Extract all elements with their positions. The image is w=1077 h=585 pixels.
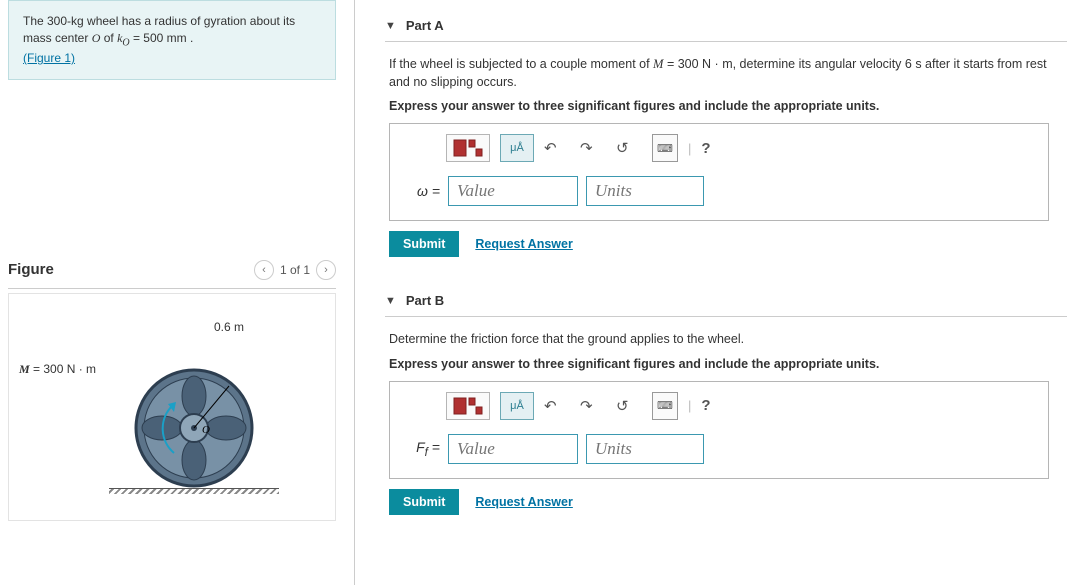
answer-inputs: ω =	[390, 172, 1048, 220]
part-b-answer-box: μÅ ↶ ↷ ↺ ⌨ | ? Ff =	[389, 381, 1049, 479]
part-a-question: If the wheel is subjected to a couple mo…	[385, 56, 1067, 91]
figure-link[interactable]: (Figure 1)	[23, 51, 75, 65]
undo-icon[interactable]: ↶	[544, 397, 570, 415]
part-a-request-answer[interactable]: Request Answer	[475, 237, 572, 251]
part-a-answer-box: μÅ ↶ ↷ ↺ ⌨ | ? ω =	[389, 123, 1049, 221]
undo-icon[interactable]: ↶	[544, 139, 570, 157]
keyboard-button[interactable]: ⌨	[652, 134, 678, 162]
radius-label: 0.6 m	[214, 320, 244, 334]
problem-statement: The 300-kg wheel has a radius of gyratio…	[8, 0, 336, 80]
figure-viewport[interactable]: 0.6 m M = 300 N · m O	[8, 293, 336, 521]
figure-divider	[8, 288, 336, 289]
redo-icon[interactable]: ↷	[580, 397, 606, 415]
templates-button[interactable]	[446, 392, 490, 420]
part-b-value-input[interactable]	[448, 434, 578, 464]
figure-header: Figure ‹ 1 of 1 ›	[0, 260, 354, 284]
part-a-title: Part A	[406, 18, 444, 33]
part-a-submit-button[interactable]: Submit	[389, 231, 459, 257]
part-a-units-input[interactable]	[586, 176, 704, 206]
reset-icon[interactable]: ↺	[616, 397, 642, 415]
answer-inputs-b: Ff =	[390, 430, 1048, 478]
figure-heading: Figure	[8, 261, 54, 278]
part-b-block: ▼ Part B Determine the friction force th…	[385, 275, 1067, 515]
part-b-submit-button[interactable]: Submit	[389, 489, 459, 515]
part-b-instruction: Express your answer to three significant…	[385, 357, 1067, 371]
figure-diagram: 0.6 m M = 300 N · m O	[19, 314, 309, 521]
figure-next-button[interactable]: ›	[316, 260, 336, 280]
part-a-instruction: Express your answer to three significant…	[385, 99, 1067, 113]
part-b-units-input[interactable]	[586, 434, 704, 464]
answer-toolbar: μÅ ↶ ↷ ↺ ⌨ | ?	[390, 124, 1048, 172]
collapse-icon: ▼	[385, 20, 396, 32]
part-a-block: ▼ Part A If the wheel is subjected to a …	[385, 0, 1067, 257]
part-b-request-answer[interactable]: Request Answer	[475, 495, 572, 509]
part-a-header[interactable]: ▼ Part A	[385, 0, 1067, 39]
help-button[interactable]: ?	[701, 140, 727, 157]
part-b-divider	[385, 316, 1067, 317]
figure-prev-button[interactable]: ‹	[254, 260, 274, 280]
wheel-graphic: O	[134, 368, 254, 488]
keyboard-button[interactable]: ⌨	[652, 392, 678, 420]
left-panel: The 300-kg wheel has a radius of gyratio…	[0, 0, 355, 585]
var-ff-label: Ff =	[402, 439, 440, 459]
var-O: O	[92, 31, 101, 45]
center-label: O	[202, 424, 210, 436]
right-panel: ▼ Part A If the wheel is subjected to a …	[355, 0, 1077, 585]
part-b-question: Determine the friction force that the gr…	[385, 331, 1067, 349]
part-b-header[interactable]: ▼ Part B	[385, 275, 1067, 314]
figure-nav: ‹ 1 of 1 ›	[254, 260, 336, 280]
part-a-submit-row: Submit Request Answer	[389, 231, 1067, 257]
moment-label: M = 300 N · m	[19, 362, 96, 377]
part-a-divider	[385, 41, 1067, 42]
ground-line	[109, 488, 279, 494]
var-omega-label: ω =	[402, 183, 440, 199]
units-button[interactable]: μÅ	[500, 134, 534, 162]
collapse-icon: ▼	[385, 295, 396, 307]
templates-button[interactable]	[446, 134, 490, 162]
figure-counter: 1 of 1	[280, 263, 310, 277]
part-a-value-input[interactable]	[448, 176, 578, 206]
answer-toolbar-b: μÅ ↶ ↷ ↺ ⌨ | ?	[390, 382, 1048, 430]
help-button[interactable]: ?	[701, 397, 727, 414]
part-b-submit-row: Submit Request Answer	[389, 489, 1067, 515]
units-button[interactable]: μÅ	[500, 392, 534, 420]
reset-icon[interactable]: ↺	[616, 139, 642, 157]
redo-icon[interactable]: ↷	[580, 139, 606, 157]
part-b-title: Part B	[406, 293, 444, 308]
